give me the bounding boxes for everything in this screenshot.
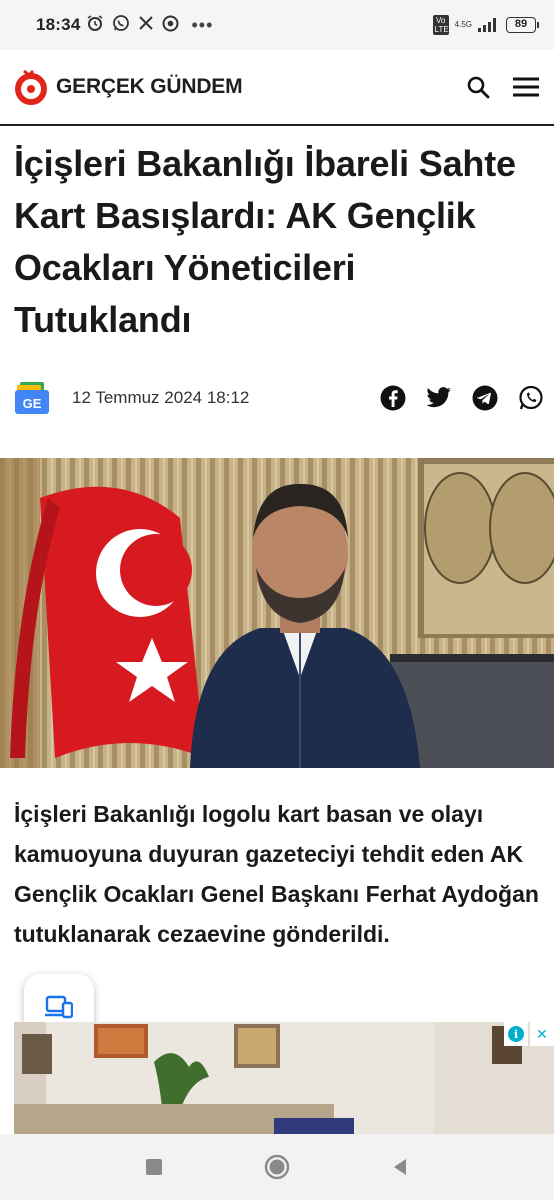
x-icon bbox=[138, 15, 154, 35]
recents-button[interactable] bbox=[140, 1153, 168, 1181]
ad-info-label: i bbox=[514, 1028, 518, 1041]
alarm-icon bbox=[86, 14, 104, 36]
chrome-icon bbox=[162, 15, 179, 36]
telegram-icon[interactable] bbox=[472, 385, 498, 411]
share-buttons bbox=[380, 385, 544, 411]
article-meta: GE 12 Temmuz 2024 18:12 bbox=[14, 380, 544, 416]
status-time: 18:34 bbox=[36, 15, 81, 34]
hamburger-menu-icon[interactable] bbox=[512, 73, 540, 101]
more-notifications-icon: ••• bbox=[191, 14, 214, 35]
article-title: İçişleri Bakanlığı İbareli Sahte Kart Ba… bbox=[14, 143, 516, 340]
whatsapp-icon[interactable] bbox=[518, 385, 544, 411]
back-button[interactable] bbox=[386, 1153, 414, 1181]
facebook-icon[interactable] bbox=[380, 385, 406, 411]
google-news-icon[interactable]: GE bbox=[14, 380, 50, 416]
home-button[interactable] bbox=[263, 1153, 291, 1181]
status-bar: 18:34 ••• Vo LTE 4.5G 89 bbox=[0, 0, 554, 50]
ad-info-icon[interactable]: i bbox=[504, 1022, 528, 1046]
whatsapp-status-icon bbox=[112, 14, 130, 36]
article-date: 12 Temmuz 2024 18:12 bbox=[72, 388, 250, 407]
twitter-icon[interactable] bbox=[426, 385, 452, 411]
notification-icons bbox=[86, 14, 179, 36]
site-header: GERÇEK GÜNDEM bbox=[0, 50, 554, 126]
status-right: Vo LTE 4.5G 89 bbox=[432, 15, 539, 35]
advertisement[interactable]: i ✕ bbox=[14, 1022, 554, 1134]
volte-badge: Vo LTE bbox=[432, 15, 449, 35]
devices-icon bbox=[45, 995, 73, 1019]
site-name[interactable]: GERÇEK GÜNDEM bbox=[56, 75, 243, 99]
network-type: 4.5G bbox=[454, 20, 472, 29]
google-news-label: GE bbox=[23, 396, 42, 411]
signal-icon bbox=[478, 18, 496, 32]
search-icon[interactable] bbox=[464, 73, 492, 101]
android-nav-bar bbox=[0, 1134, 554, 1200]
logo-icon[interactable] bbox=[14, 67, 48, 107]
article-hero-image bbox=[0, 458, 554, 768]
battery-indicator: 89 bbox=[506, 17, 539, 33]
article-lead: İçişleri Bakanlığı logolu kart basan ve … bbox=[14, 801, 539, 947]
ad-close-icon[interactable]: ✕ bbox=[530, 1022, 554, 1046]
